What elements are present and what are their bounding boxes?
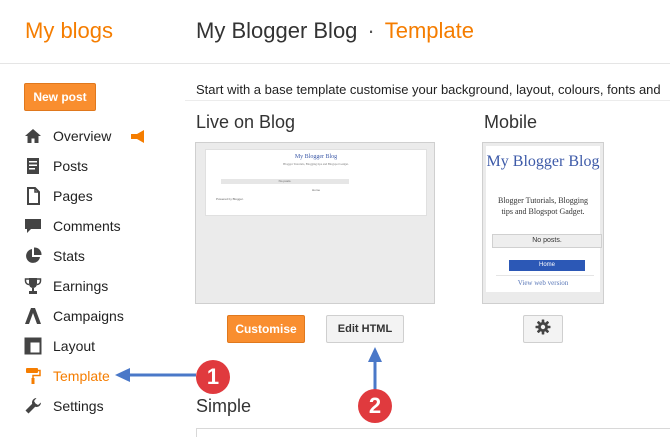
live-preview-no-posts: No posts.	[221, 179, 349, 184]
sidebar-item-label: Campaigns	[53, 308, 124, 324]
home-icon	[24, 127, 42, 145]
callout-1-number: 1	[206, 364, 220, 389]
sidebar-item-label: Settings	[53, 398, 104, 414]
sidebar-item-overview[interactable]: Overview	[24, 124, 184, 148]
mobile-preview-title: My Blogger Blog	[486, 153, 600, 170]
sidebar-item-layout[interactable]: Layout	[24, 334, 184, 358]
wrench-icon	[24, 397, 42, 415]
pages-icon	[24, 187, 42, 205]
sidebar-item-posts[interactable]: Posts	[24, 154, 184, 178]
mobile-preview-home: Home	[509, 260, 585, 271]
sidebar-item-label: Overview	[53, 128, 112, 144]
my-blogs-link[interactable]: My blogs	[25, 18, 113, 44]
title-separator: ·	[367, 18, 375, 43]
mobile-preview-page: My Blogger Blog Blogger Tutorials, Blogg…	[486, 146, 602, 292]
template-intro-text: Start with a base template customise you…	[196, 82, 661, 97]
sidebar-item-label: Comments	[53, 218, 121, 234]
layout-icon	[24, 337, 42, 355]
mobile-preview-description: Blogger Tutorials, Blogging tips and Blo…	[497, 196, 588, 216]
comment-icon	[24, 217, 42, 235]
mobile-template-preview[interactable]: My Blogger Blog Blogger Tutorials, Blogg…	[482, 142, 604, 304]
sidebar-item-label: Posts	[53, 158, 89, 174]
live-preview-tagline: Blogger Tutorials, Blogging tips and Blo…	[283, 162, 349, 166]
gear-icon	[535, 319, 551, 340]
intro-divider	[185, 100, 670, 101]
sidebar-item-label: Layout	[53, 338, 96, 354]
section-name: Template	[384, 18, 475, 43]
sidebar-item-label: Stats	[53, 248, 85, 264]
megaphone-icon	[129, 130, 147, 149]
sidebar-item-template[interactable]: Template	[24, 364, 184, 388]
live-preview-home: Home	[311, 188, 320, 192]
arrow-to-edit-html	[368, 347, 382, 392]
mobile-preview-divider	[496, 275, 594, 276]
trophy-icon	[24, 277, 42, 295]
live-preview-powered-by: Powered by Blogger.	[216, 197, 244, 201]
sidebar-item-comments[interactable]: Comments	[24, 214, 184, 238]
mobile-heading: Mobile	[484, 112, 538, 132]
mobile-preview-no-posts: No posts.	[492, 234, 602, 248]
campaigns-icon	[24, 307, 42, 325]
sidebar-item-label: Earnings	[53, 278, 109, 294]
posts-icon	[24, 157, 42, 175]
sidebar-item-campaigns[interactable]: Campaigns	[24, 304, 184, 328]
mobile-settings-button[interactable]	[523, 315, 563, 343]
sidebar-item-stats[interactable]: Stats	[24, 244, 184, 268]
paint-roller-icon	[24, 367, 42, 385]
live-preview-title: My Blogger Blog	[294, 154, 338, 160]
simple-template-gallery	[196, 428, 670, 437]
sidebar-item-pages[interactable]: Pages	[24, 184, 184, 208]
mobile-preview-web-version: View web version	[517, 279, 569, 287]
live-on-blog-heading: Live on Blog	[196, 112, 296, 132]
callout-2-number: 2	[368, 393, 382, 418]
new-post-button[interactable]: New post	[24, 83, 96, 111]
blog-name: My Blogger Blog	[196, 18, 358, 43]
simple-heading: Simple	[196, 396, 252, 416]
live-template-preview[interactable]: My Blogger Blog Blogger Tutorials, Blogg…	[195, 142, 435, 304]
sidebar-item-settings[interactable]: Settings	[24, 394, 184, 418]
sidebar-item-label: Template	[53, 368, 110, 384]
pie-chart-icon	[24, 247, 42, 265]
live-preview-page: My Blogger Blog Blogger Tutorials, Blogg…	[205, 149, 427, 216]
header-divider	[0, 63, 670, 64]
sidebar-item-earnings[interactable]: Earnings	[24, 274, 184, 298]
customise-button[interactable]: Customise	[227, 315, 305, 343]
page-title: My Blogger Blog · Template	[196, 18, 474, 44]
edit-html-button[interactable]: Edit HTML	[326, 315, 404, 343]
sidebar-item-label: Pages	[53, 188, 93, 204]
